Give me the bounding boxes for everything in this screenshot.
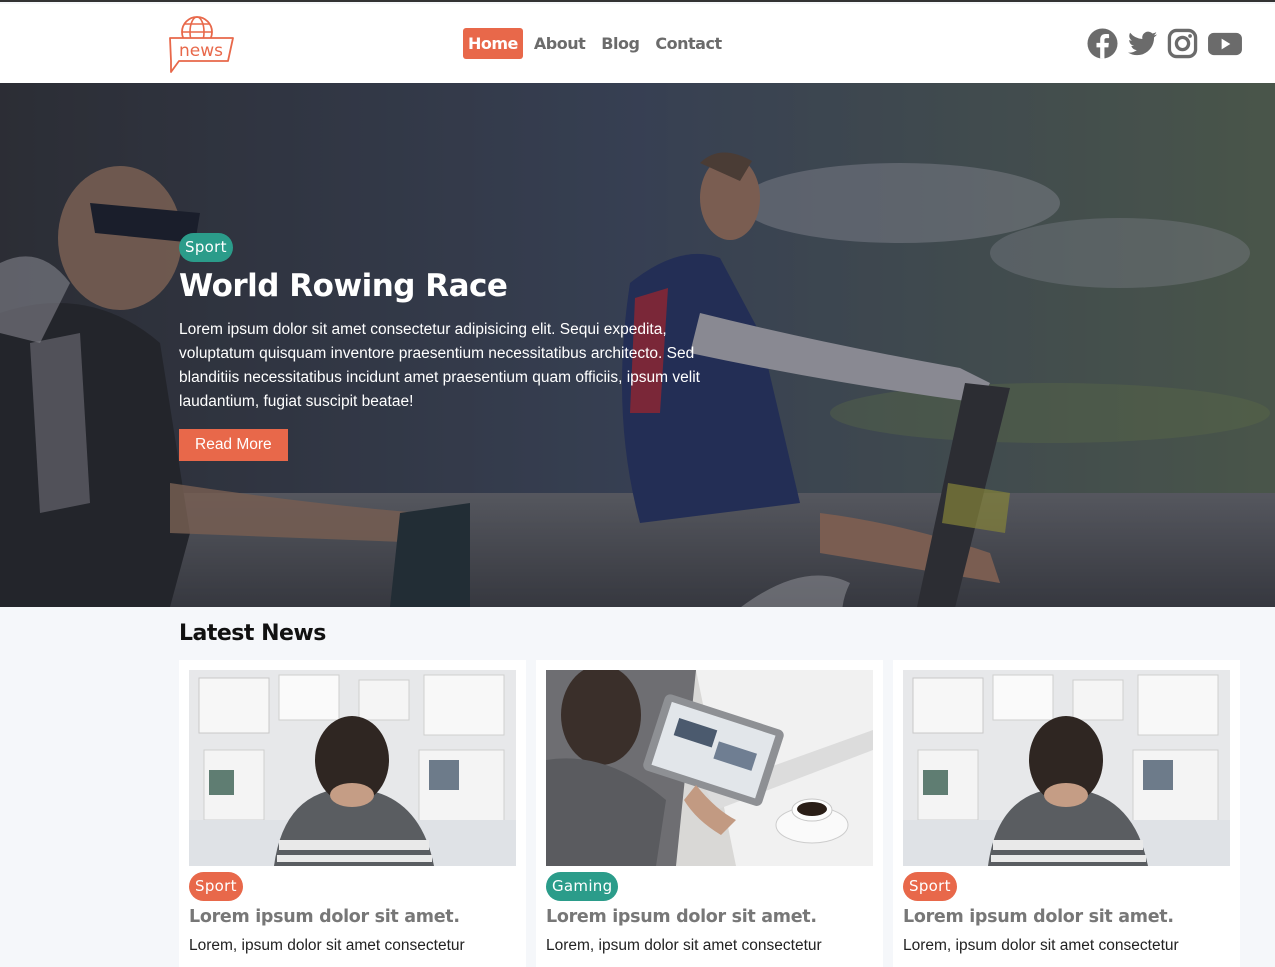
card-excerpt: Lorem, ipsum dolor sit amet consectetur bbox=[546, 937, 822, 954]
nav-home[interactable]: Home bbox=[463, 28, 523, 59]
news-card[interactable]: Sport Lorem ipsum dolor sit amet. Lorem,… bbox=[179, 660, 526, 967]
globe-logo-icon: news bbox=[169, 16, 234, 73]
facebook-icon[interactable] bbox=[1087, 28, 1118, 59]
hero-title: World Rowing Race bbox=[179, 268, 508, 304]
news-logo[interactable]: news bbox=[167, 14, 237, 76]
social-links bbox=[1087, 28, 1243, 59]
card-category-badge[interactable]: Gaming bbox=[546, 872, 619, 901]
nav-blog[interactable]: Blog bbox=[596, 28, 644, 59]
news-card[interactable]: Gaming Lorem ipsum dolor sit amet. Lorem… bbox=[536, 660, 883, 967]
nav-contact[interactable]: Contact bbox=[650, 28, 726, 59]
nav-about[interactable]: About bbox=[529, 28, 590, 59]
read-more-button[interactable]: Read More bbox=[179, 429, 288, 461]
news-card-list: Sport Lorem ipsum dolor sit amet. Lorem,… bbox=[179, 660, 1240, 967]
card-title[interactable]: Lorem ipsum dolor sit amet. bbox=[903, 907, 1230, 927]
card-image[interactable] bbox=[546, 670, 873, 866]
card-image[interactable] bbox=[903, 670, 1230, 866]
news-card[interactable]: Sport Lorem ipsum dolor sit amet. Lorem,… bbox=[893, 660, 1240, 967]
twitter-icon[interactable] bbox=[1127, 28, 1158, 59]
card-title[interactable]: Lorem ipsum dolor sit amet. bbox=[546, 907, 873, 927]
site-header: news Home About Blog Contact bbox=[0, 4, 1275, 83]
youtube-icon[interactable] bbox=[1207, 28, 1243, 59]
card-category-badge[interactable]: Sport bbox=[189, 872, 243, 901]
logo-text: news bbox=[179, 41, 223, 61]
card-title[interactable]: Lorem ipsum dolor sit amet. bbox=[189, 907, 516, 927]
hero-content: Sport World Rowing Race Lorem ipsum dolo… bbox=[179, 233, 719, 461]
card-category-badge[interactable]: Sport bbox=[903, 872, 957, 901]
card-excerpt: Lorem, ipsum dolor sit amet consectetur bbox=[903, 937, 1179, 954]
hero-category-badge[interactable]: Sport bbox=[179, 233, 233, 262]
card-image[interactable] bbox=[189, 670, 516, 866]
latest-news-heading: Latest News bbox=[179, 621, 326, 646]
hero-description: Lorem ipsum dolor sit amet consectetur a… bbox=[179, 321, 700, 410]
hero-banner: Sport World Rowing Race Lorem ipsum dolo… bbox=[0, 83, 1275, 607]
main-nav: Home About Blog Contact bbox=[463, 28, 727, 59]
instagram-icon[interactable] bbox=[1167, 28, 1198, 59]
card-excerpt: Lorem, ipsum dolor sit amet consectetur bbox=[189, 937, 465, 954]
